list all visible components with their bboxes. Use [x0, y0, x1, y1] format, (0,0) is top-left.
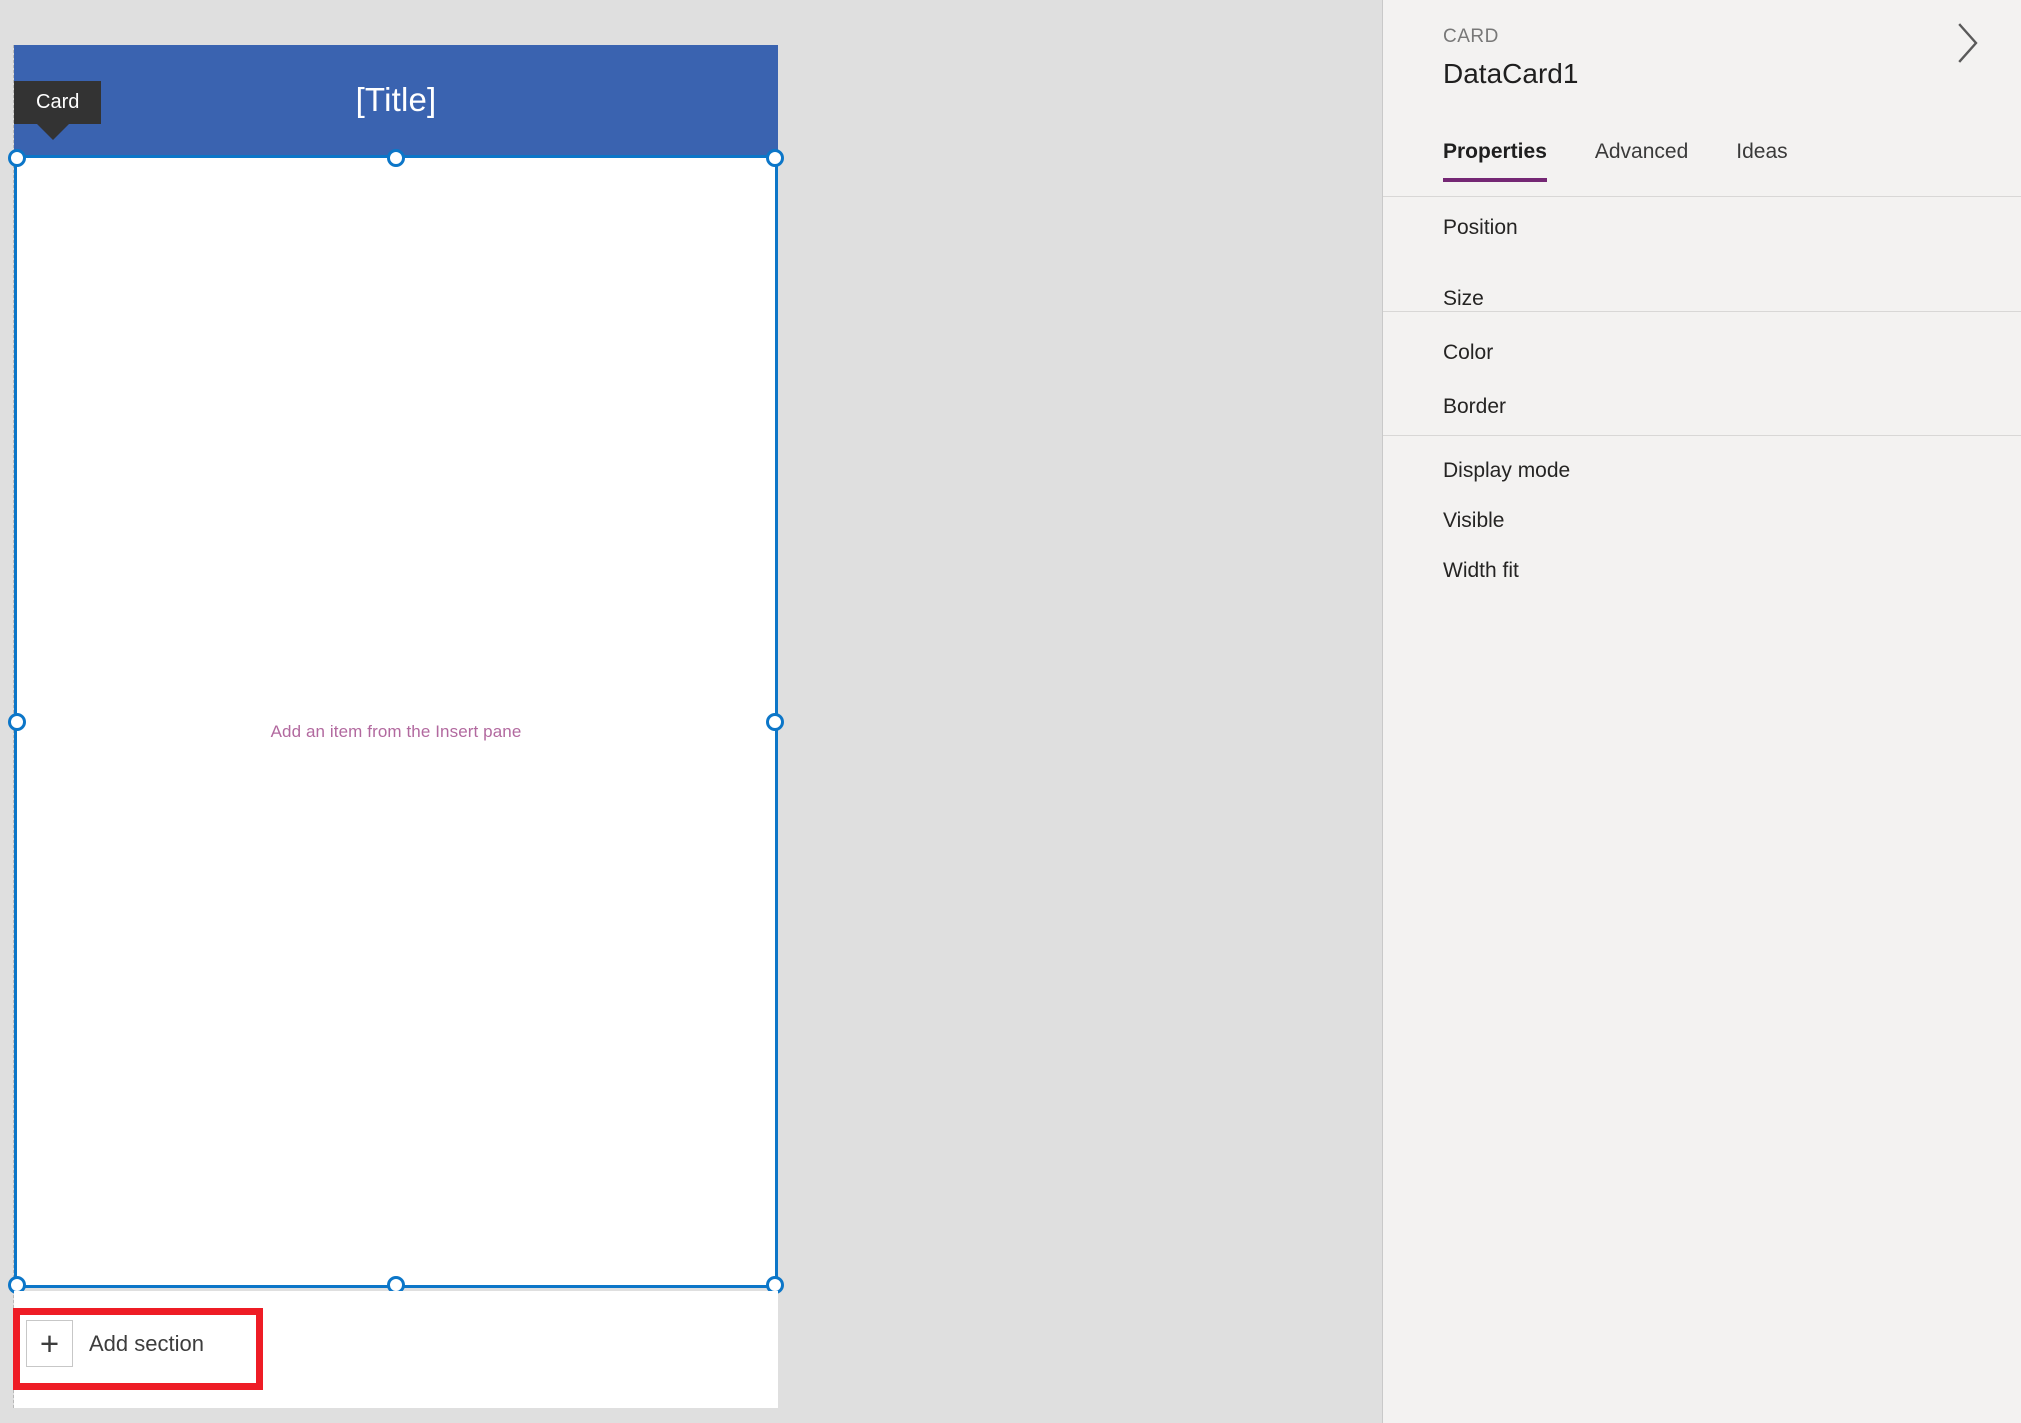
position-row: Position 0 0 X Y — [1383, 201, 2021, 255]
page-title: DataCard1 — [1443, 58, 1579, 89]
color-label: Color — [1443, 341, 1494, 364]
card-tag-label: Card — [36, 91, 80, 113]
card-selection-tag: Card — [14, 81, 102, 140]
visible-row: Visible On — [1383, 494, 2021, 548]
card-placeholder-text: Add an item from the Insert pane — [270, 722, 522, 741]
position-size-group: Position 0 0 X Y Size 640 948 Width Heig… — [1383, 197, 2021, 312]
tab-advanced[interactable]: Advanced — [1595, 140, 1688, 182]
app-canvas[interactable]: [Title] Add an item from the Insert pane… — [0, 0, 1382, 1423]
color-border-group: Color Border — [1383, 312, 2021, 436]
color-row: Color — [1383, 326, 2021, 380]
data-card-body[interactable]: Add an item from the Insert pane — [14, 155, 778, 1288]
chevron-right-icon[interactable] — [1943, 18, 1993, 68]
width-fit-row: Width fit Off — [1383, 544, 2021, 598]
properties-panel: CARD DataCard1 Properties Advanced Ideas… — [1382, 0, 2021, 1423]
border-label: Border — [1443, 395, 1507, 418]
card-title-text: [Title] — [355, 81, 437, 118]
size-label: Size — [1443, 287, 1484, 310]
breadcrumb: CARD — [1443, 26, 1499, 47]
display-mode-label: Display mode — [1443, 459, 1571, 482]
plus-icon: + — [26, 1320, 73, 1367]
add-section-button[interactable]: + Add section — [26, 1320, 204, 1367]
tab-properties-label: Properties — [1443, 140, 1547, 163]
card-tag-pointer — [36, 123, 70, 140]
card-header-title-bar[interactable]: [Title] — [14, 45, 778, 155]
tab-advanced-label: Advanced — [1594, 140, 1689, 163]
width-fit-label: Width fit — [1443, 559, 1519, 582]
tab-ideas[interactable]: Ideas — [1736, 140, 1787, 182]
tab-ideas-label: Ideas — [1736, 140, 1788, 163]
add-section-label: Add section — [89, 1330, 204, 1356]
display-mode-row: Display mode Edit — [1383, 444, 2021, 498]
display-group: Display mode Edit Visible On Width fit O… — [1383, 436, 2021, 596]
visible-label: Visible — [1443, 509, 1505, 532]
position-label: Position — [1443, 216, 1518, 239]
border-row: Border 0 — [1383, 380, 2021, 434]
panel-tabs: Properties Advanced Ideas — [1443, 140, 1836, 182]
tab-properties[interactable]: Properties — [1443, 140, 1547, 182]
